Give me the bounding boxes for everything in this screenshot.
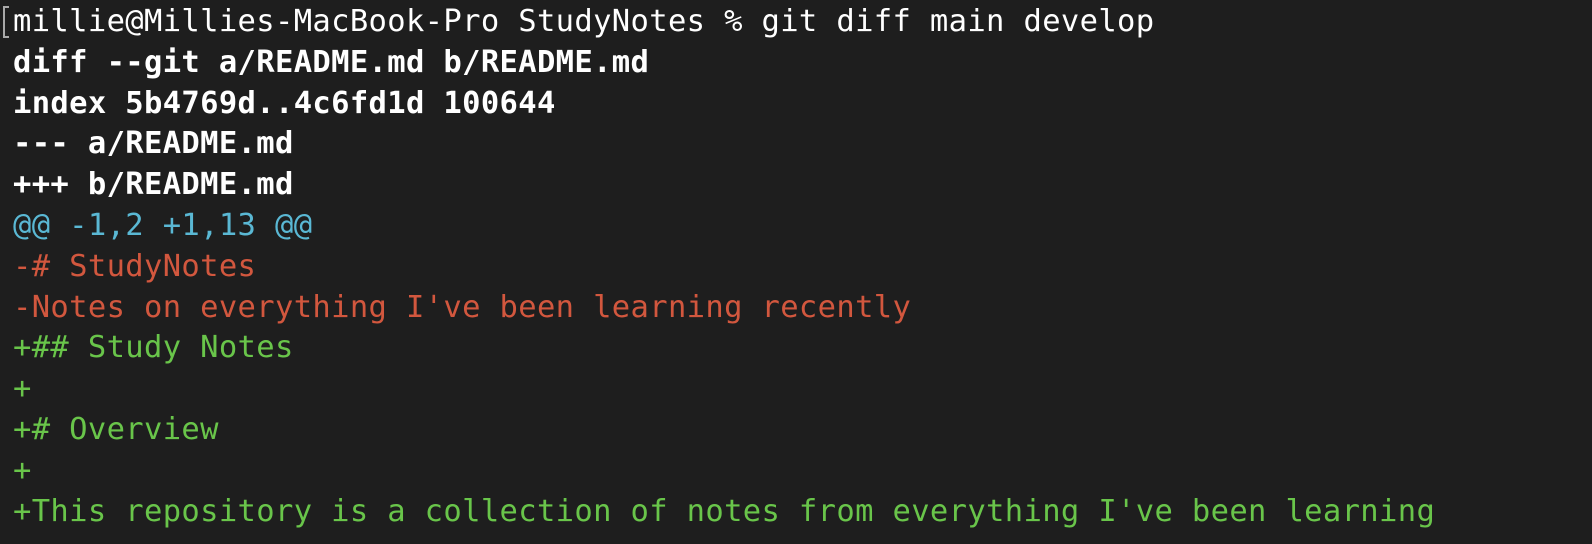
diff-index-line: index 5b4769d..4c6fd1d 100644 <box>13 85 556 121</box>
diff-new-file-line: +++ b/README.md <box>13 167 294 203</box>
diff-added-line: +# Overview <box>13 411 219 447</box>
prompt-mark-bracket <box>3 6 9 38</box>
diff-old-file-line: --- a/README.md <box>13 126 294 162</box>
diff-added-line: +## Study Notes <box>13 330 294 366</box>
diff-git-header-line: diff --git a/README.md b/README.md <box>13 44 650 80</box>
diff-added-line: + <box>13 371 32 407</box>
diff-removed-line: -Notes on everything I've been learning … <box>13 289 912 325</box>
diff-removed-line: -# StudyNotes <box>13 248 257 284</box>
terminal-window[interactable]: millie@Millies-MacBook-Pro StudyNotes % … <box>0 0 1592 544</box>
prompt-command-line: millie@Millies-MacBook-Pro StudyNotes % … <box>13 4 1155 39</box>
diff-added-line: + <box>13 452 32 488</box>
diff-hunk-header: @@ -1,2 +1,13 @@ <box>13 207 313 243</box>
diff-added-line: +This repository is a collection of note… <box>13 493 1436 529</box>
